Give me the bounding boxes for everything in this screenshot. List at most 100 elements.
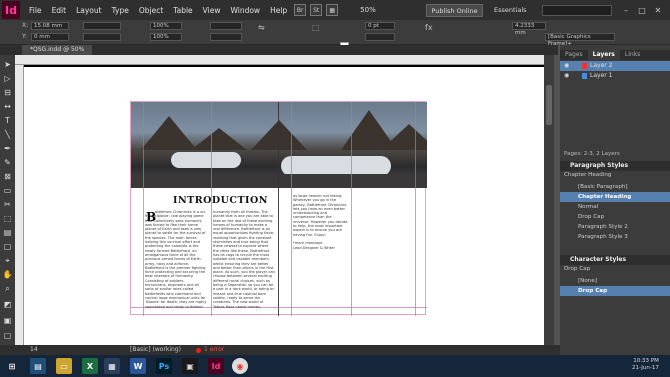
- style-item-selected[interactable]: Drop Cap: [560, 286, 670, 296]
- x-label: X:: [22, 22, 29, 29]
- menu-object[interactable]: Object: [134, 6, 168, 15]
- page-number-field[interactable]: 14: [30, 346, 38, 353]
- gradient-tool-icon[interactable]: ▤: [2, 227, 13, 238]
- body-column-2[interactable]: humanity from all threats. The planet th…: [213, 210, 275, 310]
- error-count[interactable]: 1 error: [204, 346, 224, 353]
- menu-type[interactable]: Type: [107, 6, 134, 15]
- current-paragraph-style: Chapter Heading: [564, 172, 612, 178]
- height-field[interactable]: [83, 33, 121, 41]
- workspace-switcher[interactable]: Essentials: [494, 6, 527, 14]
- view-options-icon[interactable]: ▦: [326, 4, 339, 16]
- word-icon[interactable]: W: [130, 358, 146, 374]
- type-tool-icon[interactable]: T: [2, 115, 13, 126]
- style-item[interactable]: [None]: [560, 276, 670, 286]
- direct-selection-tool-icon[interactable]: ▷: [2, 73, 13, 84]
- stroke-weight-field[interactable]: 0 pt: [365, 22, 395, 30]
- photoshop-icon[interactable]: Ps: [156, 358, 172, 374]
- close-icon[interactable]: ✕: [652, 4, 664, 16]
- hero-image[interactable]: [131, 102, 427, 188]
- windows-start-icon[interactable]: ⊞: [4, 358, 20, 374]
- ground-shape: [131, 174, 427, 188]
- hand-tool-icon[interactable]: ✋: [2, 269, 13, 280]
- tab-layers[interactable]: Layers: [587, 50, 620, 60]
- rotate-field[interactable]: [210, 22, 242, 30]
- menu-file[interactable]: File: [24, 6, 47, 15]
- paragraph-styles-header[interactable]: Paragraph Styles: [560, 161, 670, 171]
- style-item[interactable]: Paragraph Style 3: [560, 232, 670, 242]
- tab-links[interactable]: Links: [620, 50, 645, 60]
- tab-pages[interactable]: Pages: [560, 50, 588, 60]
- document-tab[interactable]: *QSG.indd @ 50%: [22, 45, 93, 55]
- style-item[interactable]: Drop Cap: [560, 212, 670, 222]
- layer-row[interactable]: ◉ Layer 2: [560, 61, 670, 71]
- fill-stroke-icon[interactable]: ◩: [2, 299, 13, 310]
- folder-icon[interactable]: ▭: [56, 358, 72, 374]
- minimize-icon[interactable]: –: [620, 4, 632, 16]
- stroke-type-field[interactable]: [365, 33, 395, 41]
- style-item[interactable]: Paragraph Style 2: [560, 222, 670, 232]
- dimension-field[interactable]: 4.2333 mm: [512, 22, 546, 36]
- page-tool-icon[interactable]: ⊟: [2, 87, 13, 98]
- chrome-icon[interactable]: ◉: [232, 358, 248, 374]
- excel-icon[interactable]: X: [82, 358, 98, 374]
- menu-view[interactable]: View: [198, 6, 226, 15]
- shear-field[interactable]: [210, 33, 242, 41]
- scale-y-field[interactable]: 100%: [150, 33, 182, 41]
- maximize-icon[interactable]: □: [636, 4, 648, 16]
- x-field[interactable]: 15.08 mm: [31, 22, 69, 30]
- eye-icon[interactable]: ◉: [564, 71, 569, 81]
- rectangle-tool-icon[interactable]: ▭: [2, 185, 13, 196]
- fx-icon[interactable]: fx: [425, 23, 433, 32]
- scroll-thumb[interactable]: [546, 85, 552, 125]
- stock-button[interactable]: St: [310, 4, 323, 16]
- pasteboard[interactable]: INTRODUCTION B attlefront Chronicles is …: [24, 65, 544, 345]
- indesign-icon[interactable]: Id: [208, 358, 224, 374]
- pen-tool-icon[interactable]: ✒: [2, 143, 13, 154]
- scissors-tool-icon[interactable]: ✂: [2, 199, 13, 210]
- layer-name[interactable]: Layer 2: [590, 61, 612, 71]
- explorer-icon[interactable]: ▤: [30, 358, 46, 374]
- publish-online-button[interactable]: Publish Online: [426, 4, 483, 17]
- zoom-tool-icon[interactable]: ⌕: [2, 283, 13, 294]
- select-container-icon[interactable]: ⬚: [312, 23, 320, 32]
- bridge-button[interactable]: Br: [294, 4, 307, 16]
- screen-mode-icon[interactable]: ▢: [2, 330, 13, 341]
- menu-window[interactable]: Window: [225, 6, 265, 15]
- preflight-profile[interactable]: [Basic] (working): [130, 346, 181, 353]
- menu-edit[interactable]: Edit: [47, 6, 72, 15]
- character-styles-header[interactable]: Character Styles: [560, 255, 670, 265]
- gap-tool-icon[interactable]: ↔: [2, 101, 13, 112]
- pencil-tool-icon[interactable]: ✎: [2, 157, 13, 168]
- zoom-level[interactable]: 50%: [360, 6, 376, 14]
- formatting-affects-container-icon[interactable]: ▣: [2, 315, 13, 326]
- rectangle-frame-tool-icon[interactable]: ⊠: [2, 171, 13, 182]
- layer-row[interactable]: ◉ Layer 1: [560, 71, 670, 81]
- body-column-1[interactable]: attlefront Chronicles is a sci-fi multip…: [145, 210, 207, 310]
- line-tool-icon[interactable]: ╲: [2, 129, 13, 140]
- menu-table[interactable]: Table: [168, 6, 197, 15]
- note-tool-icon[interactable]: ▢: [2, 241, 13, 252]
- search-input[interactable]: [542, 5, 612, 16]
- flip-icon[interactable]: ⇋: [258, 23, 265, 32]
- eyedropper-tool-icon[interactable]: ⌖: [2, 255, 13, 266]
- style-item[interactable]: Normal: [560, 202, 670, 212]
- eye-icon[interactable]: ◉: [564, 61, 569, 71]
- frame-style-select[interactable]: [Basic Graphics Frame]+: [545, 33, 615, 47]
- vertical-scrollbar[interactable]: [544, 55, 554, 345]
- y-field[interactable]: 0 mm: [31, 33, 69, 41]
- page-title[interactable]: INTRODUCTION: [173, 195, 268, 206]
- page-spread[interactable]: INTRODUCTION B attlefront Chronicles is …: [130, 101, 427, 316]
- free-transform-tool-icon[interactable]: ⬚: [2, 213, 13, 224]
- selection-tool-icon[interactable]: ➤: [2, 59, 13, 70]
- layer-name[interactable]: Layer 1: [590, 71, 612, 81]
- body-column-3[interactable]: as large heavier not taking. Whenever yo…: [293, 194, 349, 254]
- app-icon[interactable]: ▦: [104, 358, 120, 374]
- menu-help[interactable]: Help: [265, 6, 292, 15]
- menu-layout[interactable]: Layout: [71, 6, 107, 15]
- style-item-selected[interactable]: Chapter Heading: [560, 192, 670, 202]
- style-item[interactable]: [Basic Paragraph]: [560, 182, 670, 192]
- scale-x-field[interactable]: 100%: [150, 22, 182, 30]
- app-icon[interactable]: ▣: [182, 358, 198, 374]
- width-field[interactable]: [83, 22, 121, 30]
- clock[interactable]: 10:33 PM 21-Jun-17: [632, 358, 659, 372]
